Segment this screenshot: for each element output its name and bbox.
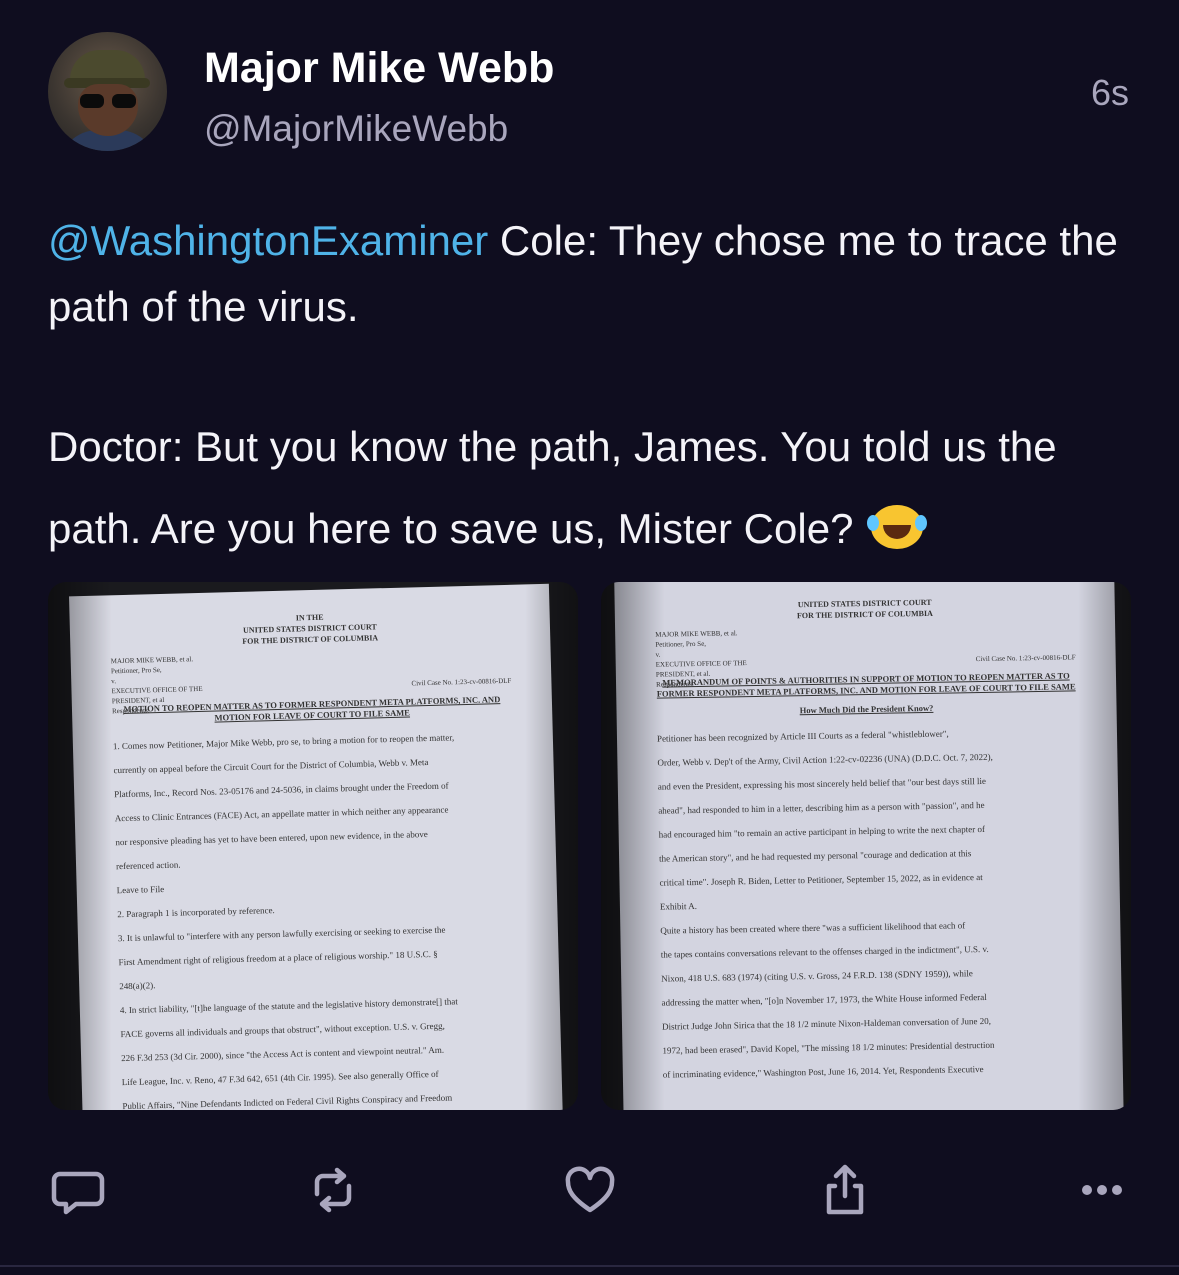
author-handle[interactable]: @MajorMikeWebb bbox=[204, 108, 508, 150]
attached-image-left[interactable]: IN THE UNITED STATES DISTRICT COURT FOR TH… bbox=[48, 582, 578, 1110]
author-name[interactable]: Major Mike Webb bbox=[204, 44, 554, 93]
divider bbox=[0, 1265, 1179, 1267]
heart-icon bbox=[565, 1166, 615, 1213]
mention-link[interactable]: @WashingtonExaminer bbox=[48, 217, 488, 264]
document-subtitle: How Much Did the President Know? bbox=[799, 702, 934, 716]
share-icon bbox=[826, 1164, 864, 1215]
speech-bubble-icon bbox=[51, 1171, 105, 1215]
attached-image-right[interactable]: UNITED STATES DISTRICT COURT FOR THE DIST… bbox=[601, 582, 1131, 1110]
like-button[interactable] bbox=[560, 1160, 620, 1220]
reply-button[interactable] bbox=[48, 1160, 108, 1220]
laughing-emoji-icon bbox=[867, 505, 924, 549]
post-text: @WashingtonExaminer Cole: They chose me … bbox=[48, 208, 1138, 570]
more-dots-icon bbox=[1082, 1185, 1122, 1195]
avatar[interactable] bbox=[48, 32, 167, 151]
action-bar bbox=[0, 1160, 1179, 1220]
timestamp[interactable]: 6s bbox=[1091, 72, 1129, 114]
share-button[interactable] bbox=[815, 1160, 875, 1220]
repost-icon bbox=[314, 1167, 352, 1213]
repost-button[interactable] bbox=[303, 1160, 363, 1220]
document-page: IN THE UNITED STATES DISTRICT COURT FOR TH… bbox=[69, 583, 563, 1110]
document-page: UNITED STATES DISTRICT COURT FOR THE DIST… bbox=[614, 582, 1124, 1110]
more-button[interactable] bbox=[1072, 1160, 1132, 1220]
